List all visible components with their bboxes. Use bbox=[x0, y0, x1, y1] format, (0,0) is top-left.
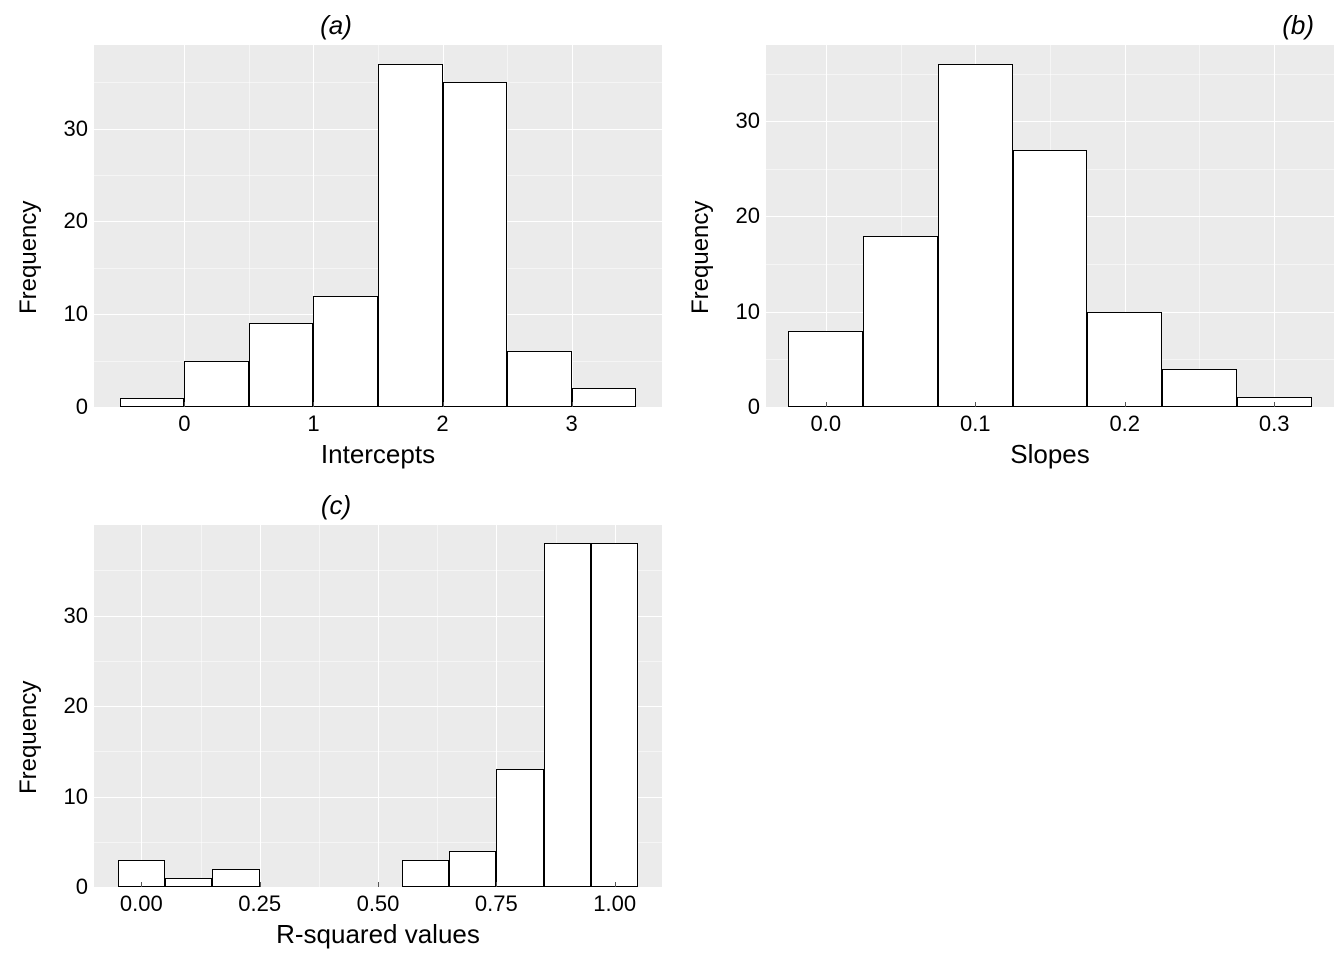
histogram-bar bbox=[165, 878, 212, 887]
panel-c-xlabel: R-squared values bbox=[94, 919, 662, 950]
panel-c-xaxis: 0.00 0.25 0.50 0.75 1.00 bbox=[94, 887, 662, 917]
xtick-label: 0.00 bbox=[120, 891, 163, 917]
panel-a-ylabel: Frequency bbox=[10, 45, 48, 470]
histogram-bar bbox=[378, 64, 443, 407]
histogram-bar bbox=[212, 869, 259, 887]
xtick-label: 0.3 bbox=[1259, 411, 1290, 437]
panel-b-plot bbox=[766, 45, 1334, 407]
xtick-label: 2 bbox=[436, 411, 448, 437]
histogram-bar bbox=[544, 543, 591, 887]
xtick-label: 3 bbox=[566, 411, 578, 437]
panel-c: (c) Frequency 0 10 20 30 0.00 0.25 0.50 0.75 1.… bbox=[10, 490, 662, 950]
xtick-label: 1 bbox=[307, 411, 319, 437]
panel-c-ylabel: Frequency bbox=[10, 525, 48, 950]
panel-b-yticks: 0102030 bbox=[720, 45, 766, 407]
panel-b-xaxis: 0.0 0.1 0.2 0.3 bbox=[766, 407, 1334, 437]
histogram-bar bbox=[938, 64, 1013, 407]
ytick-label: 10 bbox=[64, 301, 88, 327]
xtick-label: 0.25 bbox=[238, 891, 281, 917]
empty-panel bbox=[682, 490, 1334, 950]
panel-c-plot bbox=[94, 525, 662, 887]
ytick-label: 30 bbox=[64, 116, 88, 142]
histogram-bar bbox=[449, 851, 496, 887]
ytick-label: 10 bbox=[64, 784, 88, 810]
panel-c-title: (c) bbox=[10, 490, 662, 520]
panel-a-yticks: 0102030 bbox=[48, 45, 94, 407]
histogram-bar bbox=[863, 236, 938, 407]
panel-a-plot bbox=[94, 45, 662, 407]
chart-grid: (a) Frequency 0 10 20 30 0 1 2 3 Intercepts (b… bbox=[10, 10, 1334, 950]
panel-a-title: (a) bbox=[10, 10, 662, 40]
xtick-label: 0.1 bbox=[960, 411, 991, 437]
xtick-label: 0.75 bbox=[475, 891, 518, 917]
histogram-bar bbox=[443, 82, 508, 407]
panel-a-xlabel: Intercepts bbox=[94, 439, 662, 470]
histogram-bar bbox=[788, 331, 863, 407]
ytick-label: 30 bbox=[64, 603, 88, 629]
ytick-label: 20 bbox=[736, 203, 760, 229]
histogram-bar bbox=[1087, 312, 1162, 407]
histogram-bar bbox=[1013, 150, 1088, 407]
xtick-label: 1.00 bbox=[593, 891, 636, 917]
ytick-label: 20 bbox=[64, 208, 88, 234]
xtick-label: 0.0 bbox=[810, 411, 841, 437]
ytick-label: 10 bbox=[736, 299, 760, 325]
ytick-label: 30 bbox=[736, 108, 760, 134]
panel-a: (a) Frequency 0 10 20 30 0 1 2 3 Intercepts bbox=[10, 10, 662, 470]
xtick-label: 0 bbox=[178, 411, 190, 437]
histogram-bar bbox=[120, 398, 185, 407]
xtick-label: 0.2 bbox=[1109, 411, 1140, 437]
histogram-bar bbox=[1162, 369, 1237, 407]
histogram-bar bbox=[184, 361, 249, 407]
histogram-bar bbox=[572, 388, 637, 407]
panel-b-title: (b) bbox=[682, 10, 1334, 40]
panel-b-xlabel: Slopes bbox=[766, 439, 1334, 470]
ytick-label: 0 bbox=[76, 874, 88, 900]
xtick-label: 0.50 bbox=[357, 891, 400, 917]
panel-c-yticks: 0102030 bbox=[48, 525, 94, 887]
panel-b-ylabel: Frequency bbox=[682, 45, 720, 470]
histogram-bar bbox=[249, 323, 314, 407]
panel-a-xaxis: 0 1 2 3 bbox=[94, 407, 662, 437]
histogram-bar bbox=[507, 351, 572, 407]
histogram-bar bbox=[591, 543, 638, 887]
ytick-label: 0 bbox=[748, 394, 760, 420]
histogram-bar bbox=[496, 769, 543, 887]
histogram-bar bbox=[402, 860, 449, 887]
histogram-bar bbox=[313, 296, 378, 407]
ytick-label: 20 bbox=[64, 693, 88, 719]
ytick-label: 0 bbox=[76, 394, 88, 420]
panel-b: (b) Frequency 0 10 20 30 0.0 0.1 0.2 0.3 Slope… bbox=[682, 10, 1334, 470]
